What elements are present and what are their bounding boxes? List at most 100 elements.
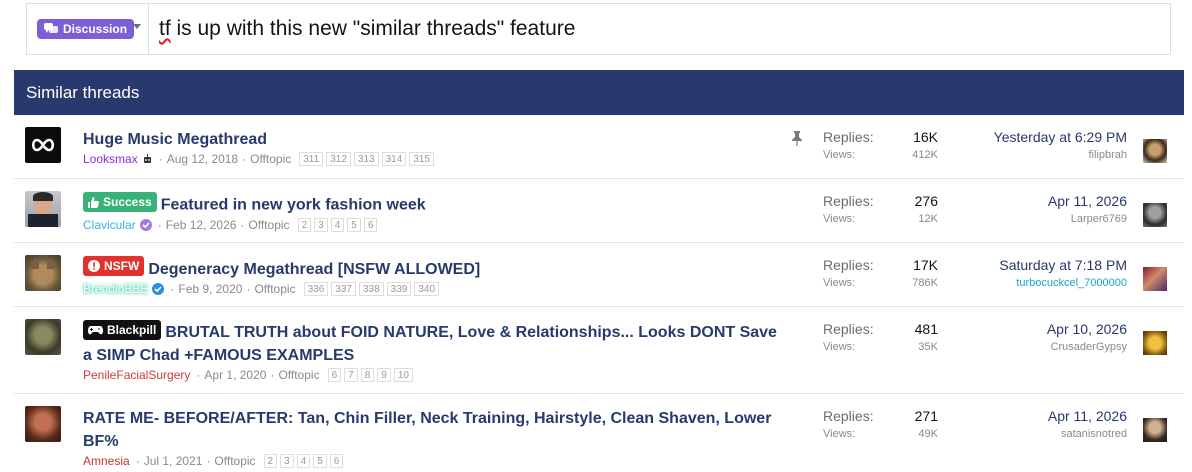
gamepad-icon bbox=[88, 326, 103, 335]
page-link[interactable]: 7 bbox=[344, 368, 358, 382]
replies-label: Replies: bbox=[823, 257, 874, 273]
similar-threads-header: Similar threads bbox=[14, 70, 1184, 115]
views-count: 49K bbox=[918, 428, 938, 440]
page-link[interactable]: 2 bbox=[297, 217, 312, 232]
page-link[interactable]: 3 bbox=[314, 217, 328, 232]
page-link[interactable]: 5 bbox=[347, 217, 361, 232]
thread-row: Huge Music Megathread Looksmax · Aug 12,… bbox=[14, 115, 1184, 179]
avatar[interactable] bbox=[25, 127, 61, 163]
forum-link[interactable]: Offtopic bbox=[250, 152, 291, 166]
last-post-date[interactable]: Apr 11, 2026 bbox=[1048, 408, 1127, 428]
page-link[interactable]: 3 bbox=[280, 454, 294, 468]
success-label[interactable]: Success bbox=[83, 192, 157, 212]
last-post-date[interactable]: Apr 10, 2026 bbox=[1047, 321, 1127, 341]
avatar[interactable] bbox=[25, 191, 61, 227]
thread-date[interactable]: Jul 1, 2021 bbox=[144, 454, 203, 468]
thread-title-link[interactable]: Degeneracy Megathread [NSFW ALLOWED] bbox=[148, 261, 480, 278]
forum-link[interactable]: Offtopic bbox=[248, 218, 289, 232]
avatar[interactable] bbox=[25, 255, 61, 291]
thread-title-link[interactable]: Featured in new york fashion week bbox=[161, 197, 426, 214]
last-post-user[interactable]: filipbrah bbox=[994, 149, 1127, 161]
label-text: Blackpill bbox=[107, 323, 157, 337]
author-link[interactable]: Clavicular bbox=[83, 218, 136, 232]
alert-circle-icon bbox=[88, 260, 100, 272]
page-link[interactable]: 315 bbox=[409, 152, 434, 166]
meta-separator: · bbox=[196, 368, 201, 382]
avatar[interactable] bbox=[25, 406, 61, 442]
page-link[interactable]: 313 bbox=[353, 152, 379, 166]
views-label: Views: bbox=[823, 277, 856, 289]
last-poster-avatar[interactable] bbox=[1143, 418, 1167, 442]
similar-threads-list: Huge Music Megathread Looksmax · Aug 12,… bbox=[14, 115, 1184, 468]
page-link[interactable]: 337 bbox=[331, 282, 356, 296]
page-link[interactable]: 311 bbox=[299, 152, 324, 166]
chevron-down-icon[interactable] bbox=[133, 24, 141, 29]
last-poster-avatar[interactable] bbox=[1143, 331, 1167, 355]
prefix-badge[interactable]: Discussion bbox=[37, 19, 135, 39]
views-label: Views: bbox=[823, 149, 856, 161]
thread-title-link[interactable]: RATE ME- BEFORE/AFTER: Tan, Chin Filler,… bbox=[83, 407, 783, 453]
last-post-user[interactable]: CrusaderGypsy bbox=[1047, 341, 1127, 353]
page-link[interactable]: 339 bbox=[386, 282, 412, 296]
page-link[interactable]: 314 bbox=[381, 152, 407, 166]
last-post: Apr 10, 2026 CrusaderGypsy bbox=[1047, 321, 1127, 353]
thread-date[interactable]: Feb 9, 2020 bbox=[178, 282, 242, 296]
last-post-date[interactable]: Apr 11, 2026 bbox=[1048, 193, 1127, 213]
thread-stats: Replies: 271 Views: 49K bbox=[823, 408, 938, 444]
verified-badge-icon bbox=[139, 218, 152, 231]
replies-count: 17K bbox=[913, 257, 938, 273]
author-link[interactable]: BrendioEEE bbox=[83, 282, 148, 296]
page-link[interactable]: 9 bbox=[377, 368, 391, 382]
avatar[interactable] bbox=[25, 319, 61, 355]
page-link[interactable]: 8 bbox=[360, 368, 375, 382]
page-link[interactable]: 338 bbox=[358, 282, 384, 296]
page-link[interactable]: 336 bbox=[303, 282, 329, 296]
prefix-selector[interactable]: Discussion bbox=[27, 4, 149, 54]
thread-row: Blackpill BRUTAL TRUTH about FOID NATURE… bbox=[14, 307, 1184, 394]
last-post: Apr 11, 2026 satanisnotred bbox=[1048, 408, 1127, 440]
robot-icon bbox=[143, 153, 151, 163]
page-link[interactable]: 4 bbox=[330, 217, 345, 232]
page-link[interactable]: 312 bbox=[326, 152, 351, 166]
thread-date[interactable]: Feb 12, 2026 bbox=[166, 218, 237, 232]
last-post-user[interactable]: Larper6769 bbox=[1048, 213, 1127, 225]
last-post-user[interactable]: turbocuckcel_7000000 bbox=[999, 277, 1127, 289]
forum-link[interactable]: Offtopic bbox=[254, 282, 295, 296]
page-link[interactable]: 6 bbox=[329, 454, 344, 468]
forum-link[interactable]: Offtopic bbox=[278, 368, 319, 382]
thread-row: Success Featured in new york fashion wee… bbox=[14, 179, 1184, 243]
last-poster-avatar[interactable] bbox=[1143, 203, 1167, 227]
thread-date[interactable]: Aug 12, 2018 bbox=[167, 152, 238, 166]
last-post-user[interactable]: satanisnotred bbox=[1048, 428, 1127, 440]
last-post: Saturday at 7:18 PM turbocuckcel_7000000 bbox=[999, 257, 1127, 289]
page-link[interactable]: 2 bbox=[263, 454, 278, 468]
replies-label: Replies: bbox=[823, 193, 874, 209]
page-link[interactable]: 340 bbox=[414, 282, 440, 296]
last-poster-avatar[interactable] bbox=[1143, 267, 1167, 291]
thread-title-link[interactable]: BRUTAL TRUTH about FOID NATURE, Love & R… bbox=[83, 324, 777, 364]
thread-title-input[interactable]: tf is up with this new "similar threads"… bbox=[159, 17, 575, 41]
page-link[interactable]: 6 bbox=[327, 368, 342, 382]
views-count: 412K bbox=[912, 149, 938, 161]
infinity-logo-icon bbox=[31, 138, 55, 152]
author-link[interactable]: PenileFacialSurgery bbox=[83, 368, 190, 382]
thread-date[interactable]: Apr 1, 2020 bbox=[204, 368, 266, 382]
author-link[interactable]: Amnesia bbox=[83, 454, 130, 468]
forum-link[interactable]: Offtopic bbox=[214, 454, 255, 468]
author-link[interactable]: Looksmax bbox=[83, 152, 138, 166]
page-link[interactable]: 5 bbox=[313, 454, 327, 468]
last-post-date[interactable]: Yesterday at 6:29 PM bbox=[994, 129, 1127, 149]
blackpill-label[interactable]: Blackpill bbox=[83, 320, 162, 340]
thread-stats: Replies: 17K Views: 786K bbox=[823, 257, 938, 293]
views-count: 35K bbox=[918, 341, 938, 353]
replies-count: 16K bbox=[913, 129, 938, 145]
last-poster-avatar[interactable] bbox=[1143, 139, 1167, 163]
last-post-date[interactable]: Saturday at 7:18 PM bbox=[999, 257, 1127, 277]
page-link[interactable]: 4 bbox=[296, 454, 311, 468]
page-link[interactable]: 10 bbox=[393, 368, 413, 382]
page-link[interactable]: 6 bbox=[363, 217, 378, 232]
page-jump: 2 3 4 5 6 bbox=[263, 454, 344, 468]
thread-title-link[interactable]: Huge Music Megathread bbox=[83, 128, 783, 151]
nsfw-label[interactable]: NSFW bbox=[83, 256, 145, 276]
meta-separator: · bbox=[157, 217, 162, 232]
